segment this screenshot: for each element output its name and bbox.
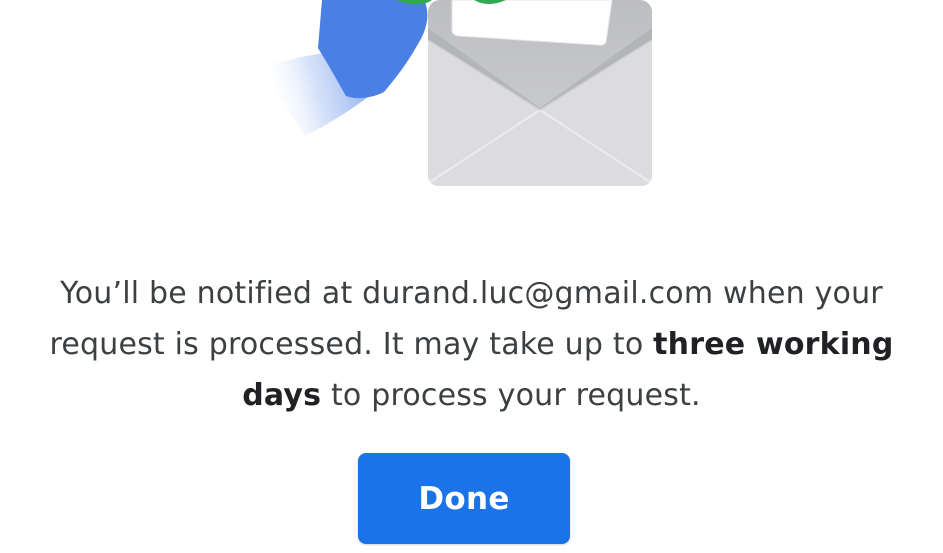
message-text-end: to process your request. — [321, 378, 701, 413]
done-button[interactable]: Done — [358, 453, 570, 544]
envelope-with-hand-icon — [0, 0, 943, 200]
confirmation-message: You’ll be notified at durand.luc@gmail.c… — [40, 268, 903, 421]
